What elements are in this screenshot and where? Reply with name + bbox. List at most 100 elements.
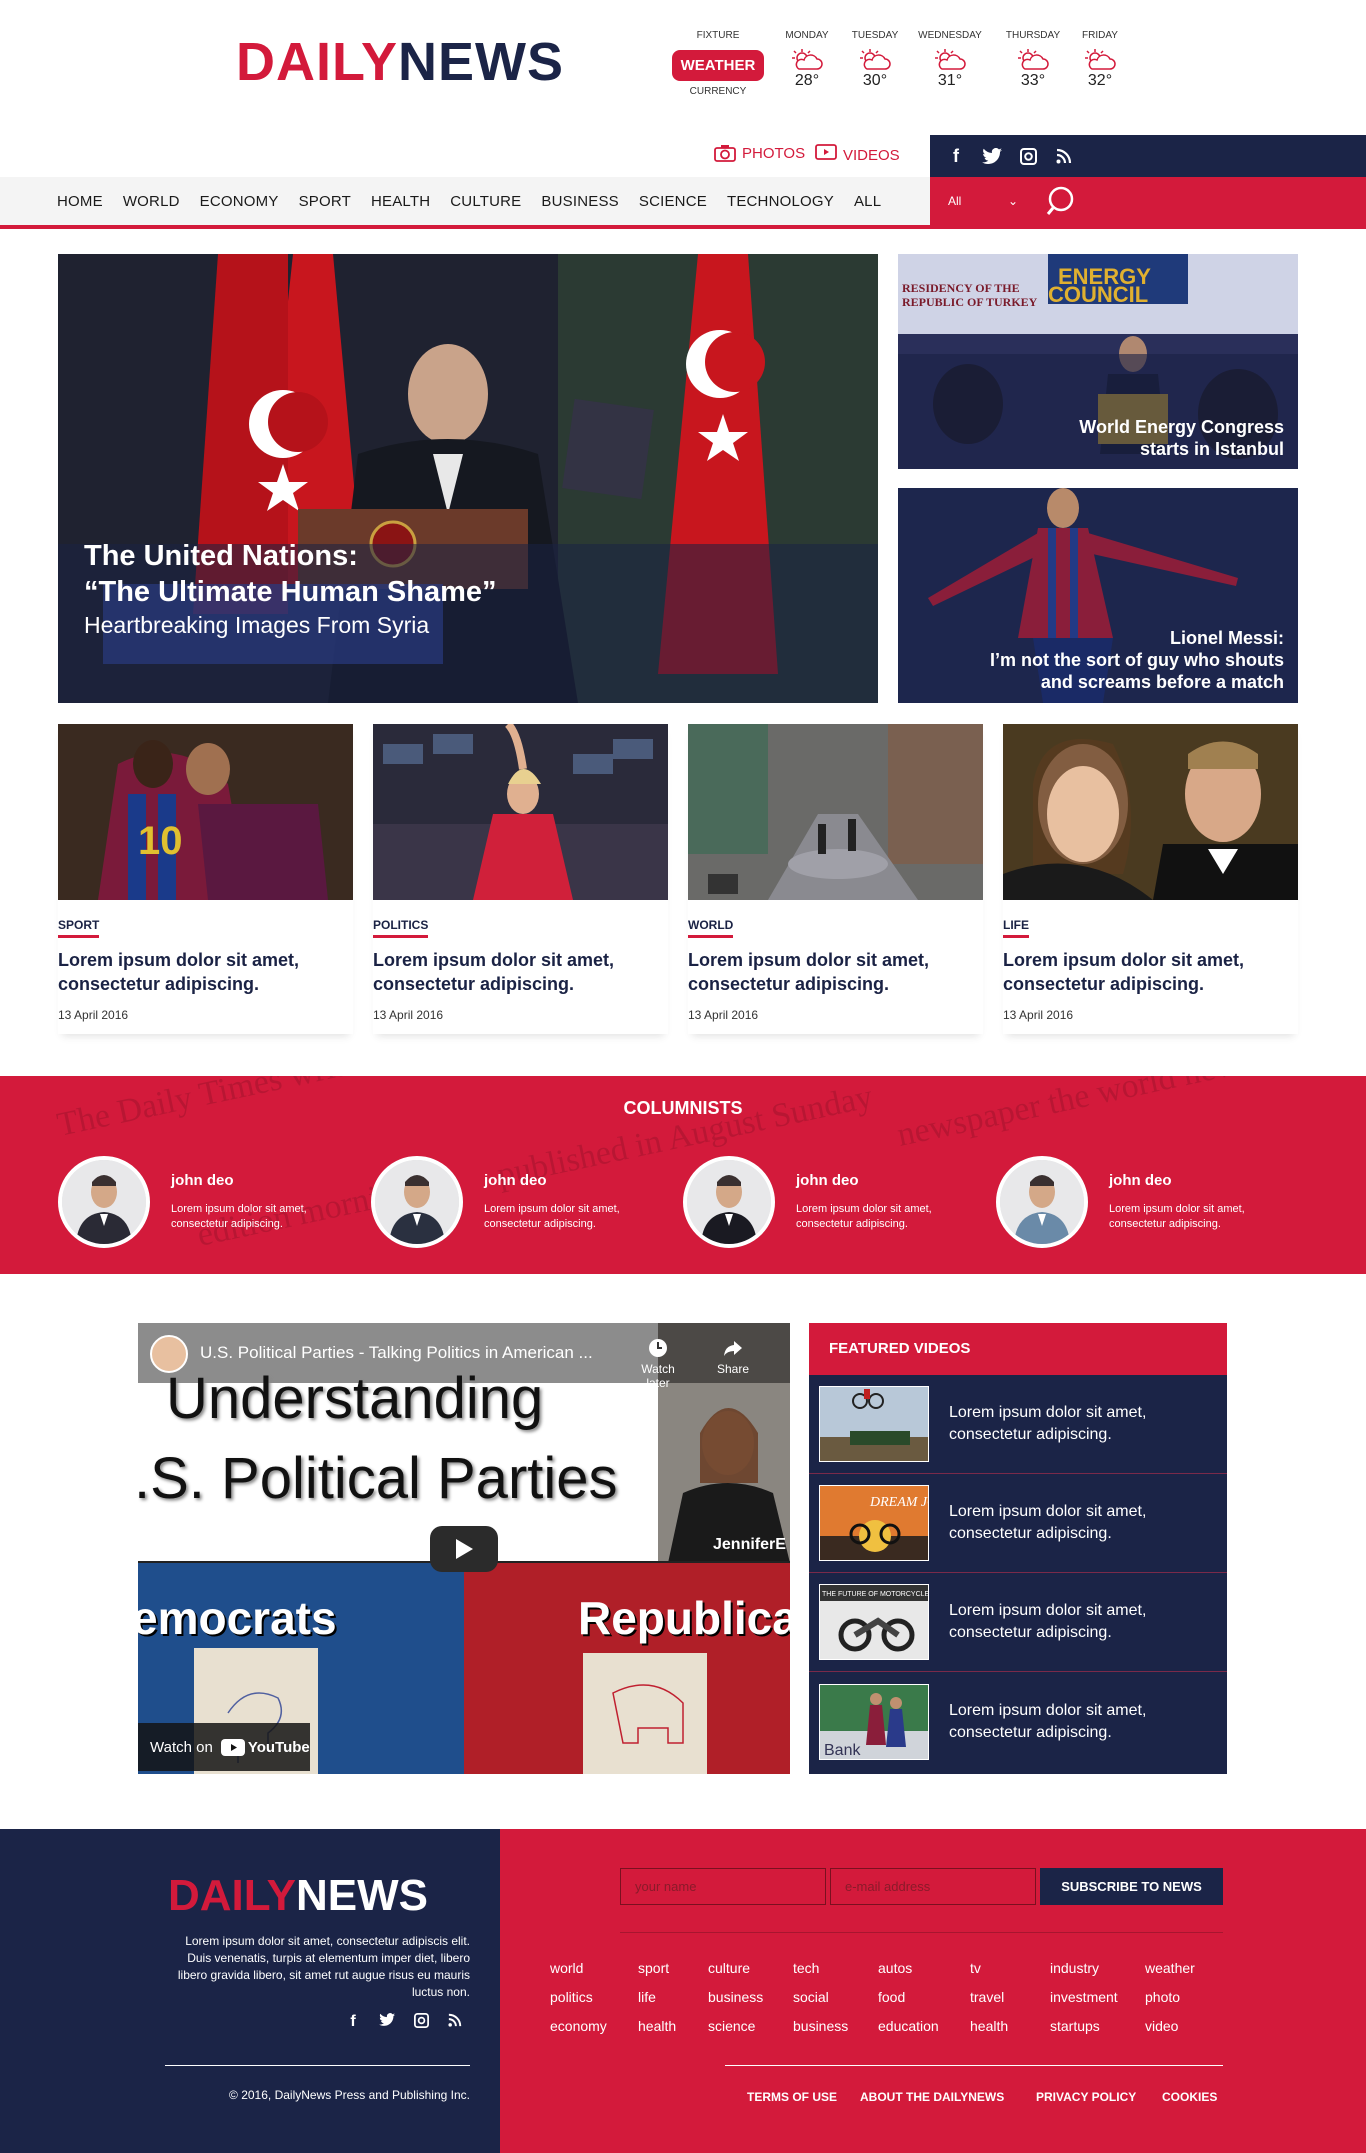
side-caption-messi[interactable]: Lionel Messi: I’m not the sort of guy wh…	[900, 627, 1284, 693]
featured-video-item[interactable]: Lorem ipsum dolor sit amet, consectetur …	[809, 1375, 1227, 1474]
footer-link-health[interactable]: health	[638, 2017, 708, 2036]
side-caption-energy[interactable]: World Energy Congress starts in Istanbul	[1000, 416, 1284, 460]
story-card-photo[interactable]	[373, 724, 668, 900]
email-input[interactable]: e-mail address	[830, 1868, 1036, 1905]
footer-bottom-link[interactable]: ABOUT THE DAILYNEWS	[860, 2090, 1004, 2104]
watch-on-youtube[interactable]: Watch on YouTube	[138, 1723, 310, 1771]
avatar[interactable]	[371, 1156, 463, 1248]
video-thumbnail[interactable]: THE FUTURE OF MOTORCYCLES	[819, 1584, 929, 1660]
videos-link[interactable]: VIDEOS	[815, 141, 900, 164]
featured-video-item[interactable]: Bank Lorem ipsum dolor sit amet, consecte…	[809, 1672, 1227, 1771]
video-thumbnail[interactable]: DREAM JOB	[819, 1485, 929, 1561]
story-card[interactable]: WORLD Lorem ipsum dolor sit amet, consect…	[688, 724, 983, 1034]
nav-item-sport[interactable]: SPORT	[299, 193, 351, 210]
story-card-title[interactable]: Lorem ipsum dolor sit amet, consectetur …	[1003, 948, 1298, 996]
footer-link-education[interactable]: education	[878, 2017, 970, 2036]
footer-link-culture[interactable]: culture	[708, 1959, 793, 1978]
footer-link-economy[interactable]: economy	[550, 2017, 638, 2036]
columnist-name[interactable]: john deo	[484, 1172, 547, 1189]
nav-item-health[interactable]: HEALTH	[371, 193, 430, 210]
footer-link-business[interactable]: business	[708, 1988, 793, 2007]
footer-bottom-link[interactable]: TERMS OF USE	[747, 2090, 837, 2104]
columnist-name[interactable]: john deo	[171, 1172, 234, 1189]
footer-link-sport[interactable]: sport	[638, 1959, 708, 1978]
nav-item-all[interactable]: ALL	[854, 193, 881, 210]
watch-later-button[interactable]: Watch later	[628, 1337, 688, 1390]
featured-video-title[interactable]: Lorem ipsum dolor sit amet, consectetur …	[949, 1700, 1227, 1744]
video-thumbnail[interactable]: Bank	[819, 1683, 929, 1760]
footer-link-investment[interactable]: investment	[1050, 1988, 1145, 2007]
columnist-name[interactable]: john deo	[796, 1172, 859, 1189]
story-card-photo[interactable]: 10	[58, 724, 353, 900]
footer-link-tv[interactable]: tv	[970, 1959, 1050, 1978]
footer-link-tech[interactable]: tech	[793, 1959, 878, 1978]
footer-link-world[interactable]: world	[550, 1959, 638, 1978]
weather-button[interactable]: WEATHER	[672, 50, 764, 81]
featured-video-title[interactable]: Lorem ipsum dolor sit amet, consectetur …	[949, 1402, 1227, 1446]
story-card-photo[interactable]	[1003, 724, 1298, 900]
columnist[interactable]: john deo Lorem ipsum dolor sit amet, cons…	[371, 1156, 671, 1250]
rss-icon[interactable]	[442, 2013, 468, 2033]
facebook-icon[interactable]: f	[340, 2013, 366, 2033]
footer-link-food[interactable]: food	[878, 1988, 970, 2007]
video-thumbnail[interactable]	[819, 1386, 929, 1462]
footer-link-health[interactable]: health	[970, 2017, 1050, 2036]
footer-bottom-link[interactable]: COOKIES	[1162, 2090, 1217, 2104]
instagram-icon[interactable]	[408, 2013, 434, 2033]
story-card-title[interactable]: Lorem ipsum dolor sit amet, consectetur …	[688, 948, 983, 996]
footer-link-autos[interactable]: autos	[878, 1959, 970, 1978]
facebook-icon[interactable]: f	[940, 140, 972, 172]
story-card-category[interactable]: POLITICS	[373, 918, 429, 938]
footer-link-life[interactable]: life	[638, 1988, 708, 2007]
nav-item-business[interactable]: BUSINESS	[541, 193, 618, 210]
featured-video-item[interactable]: DREAM JOB Lorem ipsum dolor sit amet, con…	[809, 1474, 1227, 1573]
featured-video-title[interactable]: Lorem ipsum dolor sit amet, consectetur …	[949, 1600, 1227, 1644]
nav-item-world[interactable]: WORLD	[123, 193, 180, 210]
photos-link[interactable]: PHOTOS	[714, 144, 805, 162]
footer-link-video[interactable]: video	[1145, 2017, 1225, 2036]
story-card-category[interactable]: SPORT	[58, 918, 100, 938]
story-card-category[interactable]: LIFE	[1003, 918, 1029, 938]
twitter-icon[interactable]	[374, 2013, 400, 2033]
chevron-down-icon[interactable]: ⌄	[1008, 194, 1018, 208]
nav-item-culture[interactable]: CULTURE	[450, 193, 521, 210]
nav-item-home[interactable]: HOME	[57, 193, 103, 210]
search-icon[interactable]	[1046, 185, 1078, 217]
featured-video-title[interactable]: Lorem ipsum dolor sit amet, consectetur …	[949, 1501, 1227, 1545]
site-logo[interactable]: DAILYNEWS	[236, 33, 564, 91]
currency-link[interactable]: CURRENCY	[672, 86, 764, 97]
footer-link-politics[interactable]: politics	[550, 1988, 638, 2007]
instagram-icon[interactable]	[1012, 140, 1044, 172]
rss-icon[interactable]	[1048, 140, 1080, 172]
avatar[interactable]	[58, 1156, 150, 1248]
nav-item-science[interactable]: SCIENCE	[639, 193, 707, 210]
footer-link-science[interactable]: science	[708, 2017, 793, 2036]
hero-caption[interactable]: The United Nations: “The Ultimate Human …	[84, 538, 497, 640]
featured-video-item[interactable]: THE FUTURE OF MOTORCYCLES Lorem ipsum dol…	[809, 1573, 1227, 1672]
story-card[interactable]: POLITICS Lorem ipsum dolor sit amet, cons…	[373, 724, 668, 1034]
name-input[interactable]: your name	[620, 1868, 826, 1905]
twitter-icon[interactable]	[976, 140, 1008, 172]
footer-link-social[interactable]: social	[793, 1988, 878, 2007]
columnist[interactable]: john deo Lorem ipsum dolor sit amet, cons…	[58, 1156, 358, 1250]
footer-link-photo[interactable]: photo	[1145, 1988, 1225, 2007]
footer-link-weather[interactable]: weather	[1145, 1959, 1225, 1978]
nav-item-technology[interactable]: TECHNOLOGY	[727, 193, 834, 210]
subscribe-button[interactable]: SUBSCRIBE TO NEWS	[1040, 1868, 1223, 1905]
fixture-link[interactable]: FIXTURE	[672, 30, 764, 41]
footer-link-business[interactable]: business	[793, 2017, 878, 2036]
footer-bottom-link[interactable]: PRIVACY POLICY	[1036, 2090, 1136, 2104]
footer-link-industry[interactable]: industry	[1050, 1959, 1145, 1978]
story-card[interactable]: 10 SPORT Lorem ipsum dolor sit amet, conse…	[58, 724, 353, 1034]
story-card-photo[interactable]	[688, 724, 983, 900]
footer-link-startups[interactable]: startups	[1050, 2017, 1145, 2036]
video-title[interactable]: U.S. Political Parties - Talking Politic…	[200, 1343, 620, 1363]
avatar[interactable]	[683, 1156, 775, 1248]
nav-item-economy[interactable]: ECONOMY	[200, 193, 279, 210]
search-filter-select[interactable]: All	[948, 194, 1008, 208]
youtube-embed[interactable]: U.S. Political Parties - Talking Politic…	[138, 1323, 790, 1774]
story-card-category[interactable]: WORLD	[688, 918, 734, 938]
share-button[interactable]: Share	[708, 1337, 758, 1376]
story-card-title[interactable]: Lorem ipsum dolor sit amet, consectetur …	[58, 948, 353, 996]
columnist[interactable]: john deo Lorem ipsum dolor sit amet, cons…	[996, 1156, 1296, 1250]
